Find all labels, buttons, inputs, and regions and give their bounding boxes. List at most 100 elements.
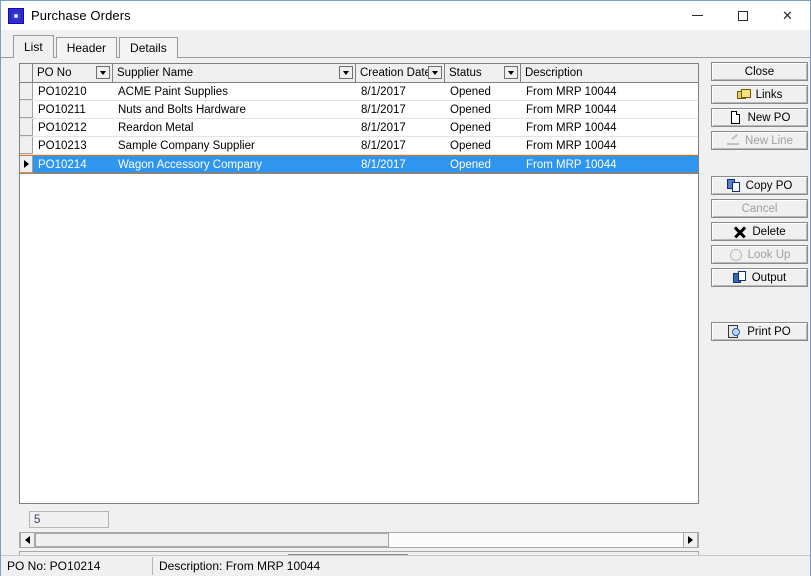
close-button-label: Close [744, 65, 775, 78]
row-selector[interactable] [20, 119, 33, 136]
pencil-icon [726, 134, 740, 148]
links-button-label: Links [755, 88, 783, 101]
cell-po-no: PO10212 [38, 121, 87, 134]
tab-list-item[interactable]: List [13, 35, 54, 58]
new-line-button-label: New Line [745, 134, 793, 147]
tab-label: List [24, 40, 43, 54]
maximize-icon[interactable] [720, 1, 765, 30]
cell-status: Opened [450, 121, 491, 134]
cell-supplier: Nuts and Bolts Hardware [118, 103, 246, 116]
look-up-button: Look Up [711, 245, 808, 264]
cell-creation-date: 8/1/2017 [361, 158, 406, 171]
table-row-selected[interactable]: PO10214 Wagon Accessory Company 8/1/2017… [20, 155, 698, 174]
scroll-right-icon[interactable] [683, 533, 698, 547]
column-header-po-no[interactable]: PO No [33, 64, 113, 82]
chevron-down-icon[interactable] [428, 66, 442, 79]
tab-strip: List Header Details [1, 30, 810, 58]
new-po-button-label: New PO [747, 111, 791, 124]
circle-icon [729, 248, 743, 262]
cell-status: Opened [450, 158, 491, 171]
window-title: Purchase Orders [31, 8, 131, 23]
status-bar: PO No: PO10214 Description: From MRP 100… [1, 555, 810, 576]
cell-description: From MRP 10044 [526, 158, 617, 171]
cell-po-no: PO10213 [38, 139, 87, 152]
copy-icon [726, 178, 741, 193]
row-selector[interactable] [20, 137, 33, 154]
tab-header-item[interactable]: Header [55, 37, 118, 58]
chevron-down-icon[interactable] [339, 66, 353, 79]
minimize-icon[interactable] [675, 1, 720, 30]
tab-label: Header [66, 41, 107, 55]
copy-po-button[interactable]: Copy PO [711, 176, 808, 195]
content-panel: PO No Supplier Name Creation Date Status… [1, 58, 810, 576]
cell-supplier: Reardon Metal [118, 121, 194, 134]
app-icon [8, 7, 24, 24]
row-selector[interactable] [20, 101, 33, 118]
cell-creation-date: 8/1/2017 [361, 139, 406, 152]
cell-description: From MRP 10044 [526, 121, 617, 134]
table-row[interactable]: PO10210 ACME Paint Supplies 8/1/2017 Ope… [20, 83, 698, 101]
record-count-field[interactable]: 5 [29, 511, 109, 528]
cell-status: Opened [450, 139, 491, 152]
cell-creation-date: 8/1/2017 [361, 85, 406, 98]
print-icon [728, 324, 742, 339]
table-row[interactable]: PO10211 Nuts and Bolts Hardware 8/1/2017… [20, 101, 698, 119]
tab-list: List Header Details [13, 35, 180, 58]
look-up-button-label: Look Up [747, 248, 791, 261]
column-header-label: Description [525, 67, 583, 79]
copy-po-button-label: Copy PO [745, 179, 793, 192]
status-bar-description: Description: From MRP 10044 [159, 559, 321, 573]
output-button[interactable]: Output [711, 268, 808, 287]
print-po-button-label: Print PO [747, 325, 791, 338]
grid-body: PO10210 ACME Paint Supplies 8/1/2017 Ope… [20, 83, 698, 174]
column-header-label: Status [449, 67, 482, 79]
cell-description: From MRP 10044 [526, 85, 617, 98]
x-icon [733, 225, 747, 239]
cell-supplier: Sample Company Supplier [118, 139, 255, 152]
grid-corner-cell [20, 64, 33, 82]
cell-status: Opened [450, 85, 491, 98]
chevron-down-icon[interactable] [504, 66, 518, 79]
close-button[interactable]: Close [711, 62, 808, 81]
output-icon [732, 270, 747, 285]
grid-header-row: PO No Supplier Name Creation Date Status… [20, 64, 698, 83]
purchase-orders-window: Purchase Orders ✕ List Header Details PO… [0, 0, 811, 576]
cell-creation-date: 8/1/2017 [361, 103, 406, 116]
output-button-label: Output [751, 271, 787, 284]
table-row[interactable]: PO10212 Reardon Metal 8/1/2017 Opened Fr… [20, 119, 698, 137]
table-row[interactable]: PO10213 Sample Company Supplier 8/1/2017… [20, 137, 698, 155]
row-selector[interactable] [20, 83, 33, 100]
cell-supplier: ACME Paint Supplies [118, 85, 228, 98]
cell-creation-date: 8/1/2017 [361, 121, 406, 134]
cell-supplier: Wagon Accessory Company [118, 158, 263, 171]
chevron-down-icon[interactable] [96, 66, 110, 79]
column-header-creation-date[interactable]: Creation Date [356, 64, 445, 82]
column-header-supplier-name[interactable]: Supplier Name [113, 64, 356, 82]
cell-po-no: PO10214 [38, 158, 87, 171]
row-selector[interactable] [20, 156, 33, 173]
links-icon [736, 88, 751, 102]
status-bar-po-no: PO No: PO10214 [1, 557, 153, 575]
cancel-button-label: Cancel [741, 202, 778, 215]
scroll-left-icon[interactable] [20, 533, 35, 547]
new-po-button[interactable]: New PO [711, 108, 808, 127]
column-header-status[interactable]: Status [445, 64, 521, 82]
links-button[interactable]: Links [711, 85, 808, 104]
horizontal-scrollbar[interactable] [19, 532, 699, 548]
column-header-label: Creation Date [360, 67, 431, 79]
cell-po-no: PO10211 [38, 103, 86, 116]
print-po-button[interactable]: Print PO [711, 322, 808, 341]
tab-label: Details [130, 41, 167, 55]
scrollbar-track[interactable] [35, 533, 683, 547]
new-line-button: New Line [711, 131, 808, 150]
close-icon[interactable]: ✕ [765, 1, 810, 30]
delete-button[interactable]: Delete [711, 222, 808, 241]
delete-button-label: Delete [752, 225, 786, 238]
scrollbar-thumb[interactable] [35, 533, 389, 547]
purchase-orders-grid[interactable]: PO No Supplier Name Creation Date Status… [19, 63, 699, 504]
column-header-description[interactable]: Description [521, 64, 698, 82]
tab-details-item[interactable]: Details [119, 37, 178, 58]
page-icon [729, 110, 743, 125]
cell-status: Opened [450, 103, 491, 116]
cell-description: From MRP 10044 [526, 103, 617, 116]
